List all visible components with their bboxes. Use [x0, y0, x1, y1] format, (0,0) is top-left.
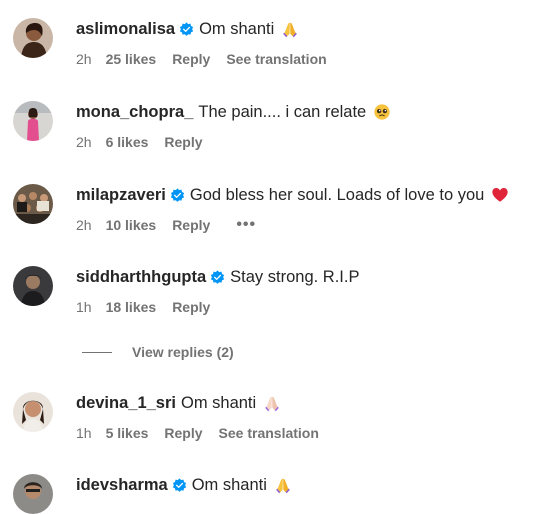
avatar[interactable]: [13, 101, 53, 141]
comment-text: Om shanti: [180, 393, 257, 412]
comment-username[interactable]: aslimonalisa: [76, 20, 175, 39]
comment-username[interactable]: mona_chopra_: [76, 103, 193, 122]
comment-line: aslimonalisa Om shanti: [76, 18, 299, 40]
likes-count[interactable]: 10 likes: [106, 217, 157, 233]
comment-meta: 1h 18 likes Reply: [76, 298, 226, 316]
avatar[interactable]: [13, 266, 53, 306]
reply-button[interactable]: Reply: [164, 134, 202, 150]
verified-badge-icon: [210, 270, 225, 285]
comment-text: Om shanti: [199, 19, 275, 38]
reply-button[interactable]: Reply: [164, 425, 202, 441]
folded-hands-light-emoji-icon: [263, 394, 281, 412]
comment-meta: 2h 6 likes Reply: [76, 133, 219, 151]
comment-text: The pain.... i can relate: [198, 102, 367, 121]
pleading-face-emoji-icon: [373, 103, 391, 121]
likes-count[interactable]: 6 likes: [106, 134, 149, 150]
verified-badge-icon: [172, 478, 187, 493]
comment-time: 2h: [76, 51, 92, 67]
comment-line: idevsharma Om shanti: [76, 474, 292, 496]
red-heart-emoji-icon: [491, 186, 509, 204]
avatar[interactable]: [13, 18, 53, 58]
comment-line: milapzaveri God bless her soul. Loads of…: [76, 184, 509, 206]
view-replies-button[interactable]: View replies (2): [82, 343, 234, 361]
comment-time: 2h: [76, 217, 92, 233]
comment-meta: 2h 25 likes Reply See translation: [76, 50, 343, 68]
see-translation-button[interactable]: See translation: [219, 425, 319, 441]
comment-text: Stay strong. R.I.P: [230, 267, 360, 286]
see-translation-button[interactable]: See translation: [226, 51, 326, 67]
avatar[interactable]: [13, 184, 53, 224]
comment-time: 1h: [76, 299, 92, 315]
comment-username[interactable]: milapzaveri: [76, 186, 166, 205]
comment-text: God bless her soul. Loads of love to you: [189, 185, 485, 204]
folded-hands-emoji-icon: [281, 20, 299, 38]
comment-time: 2h: [76, 134, 92, 150]
reply-button[interactable]: Reply: [172, 299, 210, 315]
view-replies-divider: [82, 351, 112, 353]
more-options-icon[interactable]: •••: [236, 216, 256, 234]
avatar[interactable]: [13, 392, 53, 432]
comment-meta: 1h 5 likes Reply See translation: [76, 424, 335, 442]
comment-line: mona_chopra_ The pain.... i can relate: [76, 101, 391, 123]
comment-time: 1h: [76, 425, 92, 441]
view-replies-label: View replies (2): [132, 344, 234, 360]
likes-count[interactable]: 18 likes: [106, 299, 157, 315]
folded-hands-emoji-icon: [274, 476, 292, 494]
verified-badge-icon: [179, 22, 194, 37]
likes-count[interactable]: 5 likes: [106, 425, 149, 441]
comment-text: Om shanti: [191, 475, 267, 494]
reply-button[interactable]: Reply: [172, 217, 210, 233]
comment-line: devina_1_sri Om shanti: [76, 392, 281, 414]
comment-username[interactable]: idevsharma: [76, 476, 168, 495]
comment-meta: 2h 10 likes Reply •••: [76, 216, 256, 234]
avatar[interactable]: [13, 474, 53, 514]
likes-count[interactable]: 25 likes: [106, 51, 157, 67]
comment-username[interactable]: siddharthhgupta: [76, 268, 206, 287]
verified-badge-icon: [170, 188, 185, 203]
comment-line: siddharthhgupta Stay strong. R.I.P: [76, 266, 359, 288]
comment-username[interactable]: devina_1_sri: [76, 394, 176, 413]
comments-list: aslimonalisa Om shanti 2h 25 likes Reply…: [0, 0, 554, 514]
reply-button[interactable]: Reply: [172, 51, 210, 67]
